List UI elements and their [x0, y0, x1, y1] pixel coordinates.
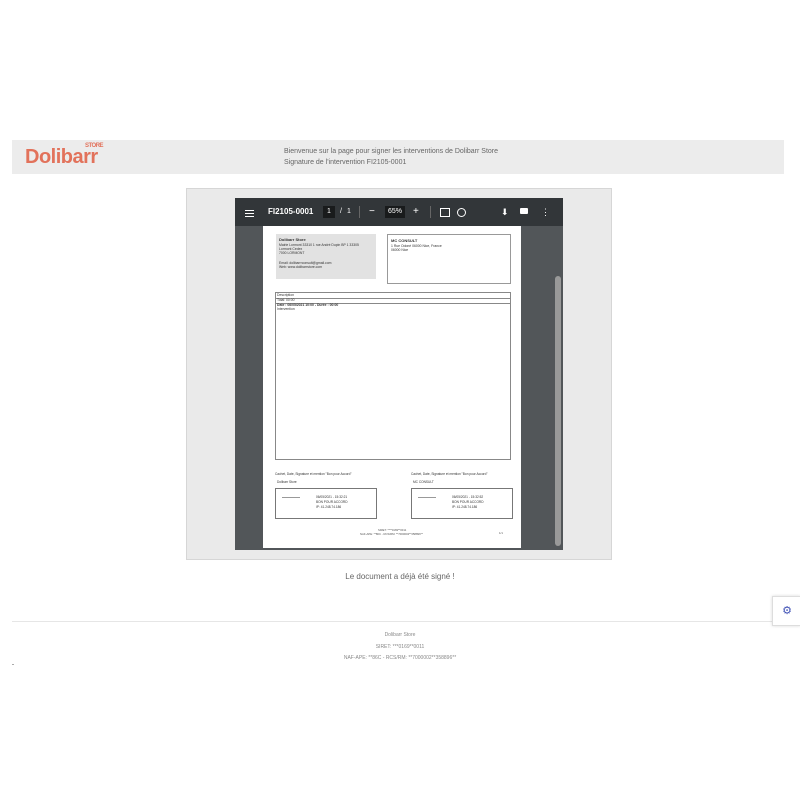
table-item: Intervention	[277, 307, 295, 311]
scroll-thumb[interactable]	[555, 276, 561, 546]
dolibarr-logo[interactable]: Dolibarr STORE	[25, 143, 104, 169]
table-row: Intervention	[276, 307, 510, 312]
table-header: Description	[277, 293, 294, 297]
pdf-page: Dolibarr Store Mairie Lormont 33310 1 ru…	[263, 226, 521, 548]
recipient-name: MC CONSULT	[391, 238, 418, 243]
menu-icon[interactable]	[245, 198, 255, 226]
emitter-block: Dolibarr Store Mairie Lormont 33310 1 ru…	[276, 234, 376, 279]
welcome-text: Bienvenue sur la page pour signer les in…	[284, 146, 498, 168]
welcome-line: Bienvenue sur la page pour signer les in…	[284, 148, 499, 155]
emitter-name: Dolibarr Store	[279, 237, 306, 242]
zoom-in-button[interactable]: +	[413, 198, 419, 226]
footer-naf: NAF-APE: **86C - RCS/RM: **7000002**3588…	[343, 655, 457, 661]
signature-title: Signature de l'intervention FI2105-0001	[284, 159, 407, 166]
zoom-input[interactable]: 65%	[385, 206, 405, 218]
logo-text: Dolibarr	[25, 146, 98, 168]
signature-line: 06/05/2021 - 15:32:21	[316, 495, 348, 499]
page-separator: /	[340, 208, 342, 215]
emitter-line: Web: www.dolibarrstore.com	[279, 265, 323, 269]
logo-store-tag: STORE	[85, 143, 104, 149]
signature-image	[418, 497, 436, 498]
viewer-scrollbar[interactable]	[553, 226, 562, 550]
page-header: Dolibarr STORE Bienvenue sur la page pou…	[12, 140, 784, 174]
toolbar-divider	[430, 206, 431, 218]
signature-line: BON POUR ACCORD	[452, 500, 484, 504]
signature-label: Cachet, Date, Signature et mention "Bon …	[275, 472, 352, 476]
fit-page-icon[interactable]	[440, 208, 450, 217]
gear-icon[interactable]: ⚙	[772, 596, 800, 626]
signature-owner: MC CONSULT	[413, 480, 434, 484]
page-footer-line: NAF-APE: **86C - RCS/RM: **7000002**3588…	[360, 532, 423, 536]
pdf-viewer[interactable]: FI2105-0001 1 / 1 − 65% + ⬇ ⋮ Dolibarr S…	[235, 198, 563, 550]
current-page-input[interactable]: 1	[323, 206, 335, 218]
signature-line: BON POUR ACCORD	[316, 500, 348, 504]
footer-divider	[12, 621, 784, 622]
footer-siret: SIRET: ***0169**0011	[375, 644, 425, 650]
print-icon[interactable]	[520, 208, 528, 214]
signature-owner: Dolibarr Store	[277, 480, 297, 484]
emitter-line: 7000 LORMONT	[279, 251, 305, 255]
table-total: Total: 00:00	[277, 298, 295, 302]
recipient-block: MC CONSULT 1 Rue Odoné 06000 Nice, Franc…	[387, 234, 511, 284]
pdf-toolbar: FI2105-0001 1 / 1 − 65% + ⬇ ⋮	[235, 198, 563, 226]
recipient-line: 06000 Nice	[391, 248, 409, 252]
total-pages: 1	[347, 208, 351, 215]
footer-company: Dolibarr Store	[384, 632, 416, 638]
intervention-table: Description Total: 00:00 Date : 06/05/20…	[275, 292, 511, 460]
signature-image	[282, 497, 300, 498]
more-icon[interactable]: ⋮	[541, 198, 550, 226]
footer-marker	[12, 664, 14, 665]
signature-label: Cachet, Date, Signature et mention "Bon …	[411, 472, 488, 476]
signature-line: 06/05/2021 - 15:32:52	[452, 495, 484, 499]
signature-box: 06/05/2021 - 15:32:52 BON POUR ACCORD IP…	[411, 488, 513, 519]
toolbar-divider	[359, 206, 360, 218]
zoom-out-button[interactable]: −	[369, 198, 375, 226]
download-icon[interactable]: ⬇	[501, 198, 509, 226]
page-number: 1/1	[499, 531, 503, 535]
rotate-icon[interactable]	[457, 208, 466, 217]
pdf-title: FI2105-0001	[268, 207, 314, 216]
status-message: Le document a déjà été signé !	[345, 572, 455, 581]
signature-box: 06/05/2021 - 15:32:21 BON POUR ACCORD IP…	[275, 488, 377, 519]
signature-line: IP: 41.248.74.186	[316, 505, 342, 509]
pdf-frame: FI2105-0001 1 / 1 − 65% + ⬇ ⋮ Dolibarr S…	[186, 188, 612, 560]
signature-line: IP: 41.248.74.186	[452, 505, 478, 509]
